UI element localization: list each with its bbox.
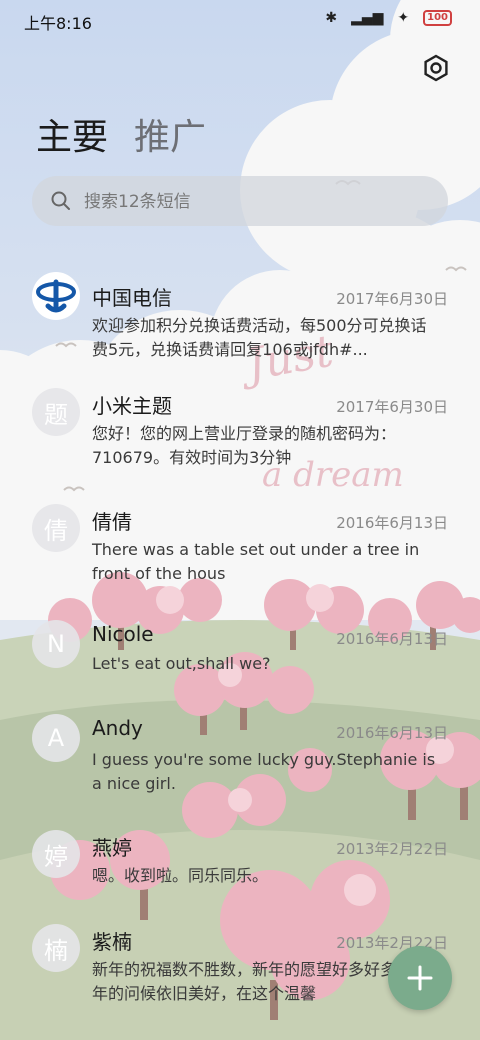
battery-icon: 100 bbox=[423, 10, 452, 26]
search-icon bbox=[51, 191, 70, 210]
message-sender: Andy bbox=[92, 716, 143, 740]
tab-promotions[interactable]: 推广 bbox=[134, 108, 206, 160]
message-date: 2016年6月13日 bbox=[336, 724, 448, 742]
message-preview: I guess you're some lucky guy.Stephanie … bbox=[92, 750, 436, 793]
message-preview: 您好！您的网上营业厅登录的随机密码为：710679。有效时间为3分钟 bbox=[92, 424, 397, 467]
status-time: 上午8:16 bbox=[24, 14, 92, 33]
message-item[interactable]: 倩 倩倩 2016年6月13日 There was a table set ou… bbox=[0, 504, 480, 594]
message-item[interactable]: N Nicole 2016年6月13日 Let's eat out,shall … bbox=[0, 620, 480, 690]
message-sender: 紫楠 bbox=[92, 930, 132, 954]
message-date: 2017年6月30日 bbox=[336, 290, 448, 308]
message-preview: 欢迎参加积分兑换话费活动，每500分可兑换话费5元，兑换话费请回复106或jfd… bbox=[92, 316, 427, 359]
avatar-china-telecom bbox=[32, 272, 80, 320]
message-preview: 嗯。收到啦。同乐同乐。 bbox=[92, 866, 269, 885]
message-date: 2017年6月30日 bbox=[336, 398, 448, 416]
avatar: 题 bbox=[32, 388, 80, 436]
tab-bar: 主要 推广 bbox=[36, 108, 206, 160]
message-preview: Let's eat out,shall we? bbox=[92, 654, 271, 673]
search-bar[interactable] bbox=[32, 176, 448, 228]
message-preview: There was a table set out under a tree i… bbox=[92, 540, 420, 583]
avatar: 楠 bbox=[32, 924, 80, 972]
message-date: 2013年2月22日 bbox=[336, 840, 448, 858]
tab-primary[interactable]: 主要 bbox=[36, 108, 108, 160]
message-item[interactable]: 题 小米主题 2017年6月30日 您好！您的网上营业厅登录的随机密码为：710… bbox=[0, 388, 480, 478]
message-sender: 倩倩 bbox=[92, 510, 132, 534]
avatar: 倩 bbox=[32, 504, 80, 552]
message-date: 2016年6月13日 bbox=[336, 630, 448, 648]
message-item[interactable]: 中国电信 2017年6月30日 欢迎参加积分兑换话费活动，每500分可兑换话费5… bbox=[0, 272, 480, 362]
avatar: A bbox=[32, 714, 80, 762]
message-item[interactable]: A Andy 2016年6月13日 I guess you're some lu… bbox=[0, 714, 480, 804]
avatar: 婷 bbox=[32, 830, 80, 878]
wifi-icon: ✦ bbox=[397, 10, 410, 26]
message-date: 2016年6月13日 bbox=[336, 514, 448, 532]
china-telecom-logo-icon bbox=[36, 279, 76, 313]
plus-icon bbox=[407, 965, 433, 991]
search-input[interactable] bbox=[82, 176, 426, 228]
bluetooth-icon: ✱ bbox=[325, 10, 338, 26]
message-item[interactable]: 婷 燕婷 2013年2月22日 嗯。收到啦。同乐同乐。 bbox=[0, 830, 480, 900]
message-sender: 燕婷 bbox=[92, 836, 132, 860]
message-sender: 中国电信 bbox=[92, 286, 172, 310]
signal-icon: ▂▄▆ bbox=[351, 10, 384, 26]
status-bar: 上午8:16 ✱ ▂▄▆ ✦ 100 bbox=[0, 0, 480, 40]
settings-icon[interactable] bbox=[422, 54, 450, 82]
status-icons: ✱ ▂▄▆ ✦ 100 bbox=[325, 10, 452, 26]
new-message-button[interactable] bbox=[388, 946, 452, 1010]
avatar: N bbox=[32, 620, 80, 668]
message-sender: Nicole bbox=[92, 622, 154, 646]
message-sender: 小米主题 bbox=[92, 394, 172, 418]
